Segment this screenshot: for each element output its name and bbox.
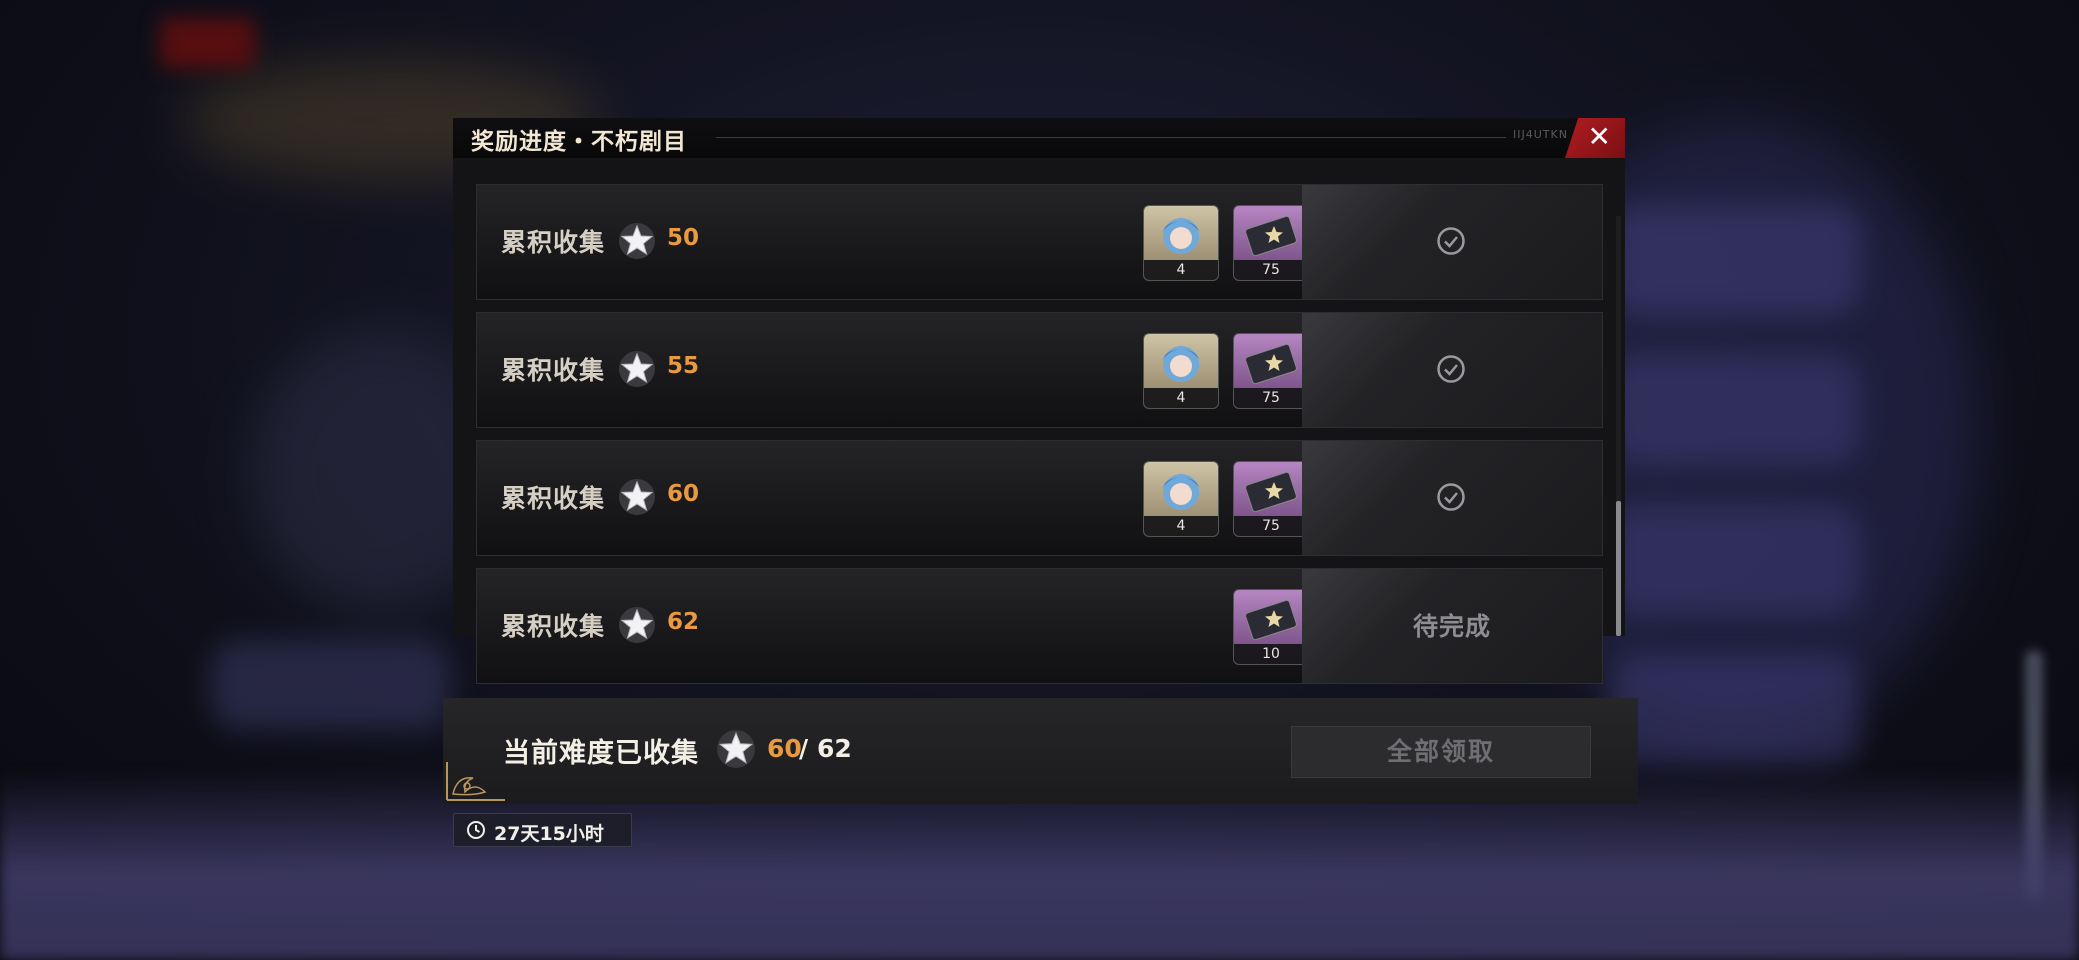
event-timer: 27天15小时 xyxy=(453,813,632,847)
status-area xyxy=(1302,441,1602,555)
reward-quantity: 75 xyxy=(1234,260,1308,280)
reward-row: 累积收集 50 4 75 xyxy=(476,184,1603,300)
reward-quantity: 75 xyxy=(1234,388,1308,408)
dialog-title: 奖励进度・不朽剧目 xyxy=(471,129,687,155)
character-portrait-icon xyxy=(1162,346,1200,382)
ticket-icon xyxy=(1245,343,1297,385)
timer-text: 27天15小时 xyxy=(494,823,604,845)
ticket-icon xyxy=(1245,471,1297,513)
close-button[interactable]: ✕ xyxy=(1565,118,1625,158)
collected-label: 当前难度已收集 xyxy=(503,738,699,769)
check-circle-icon xyxy=(1437,355,1465,383)
collected-total: 62 xyxy=(817,734,852,763)
reward-ticket-item[interactable]: 10 xyxy=(1233,589,1309,665)
row-count: 55 xyxy=(667,353,700,379)
ticket-icon xyxy=(1245,599,1297,641)
reward-quantity: 4 xyxy=(1144,260,1218,280)
star-icon xyxy=(619,479,655,515)
row-count: 62 xyxy=(667,609,700,635)
star-icon xyxy=(717,730,755,768)
reward-row: 累积收集 60 4 75 xyxy=(476,440,1603,556)
reward-quantity: 4 xyxy=(1144,516,1218,536)
reward-ticket-item[interactable]: 75 xyxy=(1233,461,1309,537)
character-portrait-icon xyxy=(1162,474,1200,510)
dialog-titlebar: 奖励进度・不朽剧目 IIJ4UTKN ✕ xyxy=(453,118,1625,158)
scrollbar-thumb[interactable] xyxy=(1616,501,1621,636)
row-count: 50 xyxy=(667,225,700,251)
reward-quantity: 10 xyxy=(1234,644,1308,664)
character-portrait-icon xyxy=(1162,218,1200,254)
claim-all-button[interactable]: 全部领取 xyxy=(1291,726,1591,778)
reward-character-item[interactable]: 4 xyxy=(1143,333,1219,409)
reward-row: 累积收集 62 10 待完成 xyxy=(476,568,1603,684)
reward-character-item[interactable]: 4 xyxy=(1143,205,1219,281)
status-area xyxy=(1302,185,1602,299)
row-label: 累积收集 xyxy=(501,228,606,257)
star-icon xyxy=(619,223,655,259)
close-icon: ✕ xyxy=(1587,120,1611,153)
collected-separator: / xyxy=(799,734,809,763)
status-pending-label: 待完成 xyxy=(1412,612,1491,641)
title-watermark: IIJ4UTKN xyxy=(1513,128,1568,141)
collected-current: 60 xyxy=(767,734,802,763)
check-circle-icon xyxy=(1437,483,1465,511)
reward-progress-dialog: 奖励进度・不朽剧目 IIJ4UTKN ✕ 累积收集 50 4 75 累积收集 5… xyxy=(443,118,1638,804)
clock-icon xyxy=(467,821,485,839)
reward-list[interactable]: 累积收集 50 4 75 累积收集 55 4 75 累积收集 60 4 75 累… xyxy=(453,158,1625,684)
reward-ticket-item[interactable]: 75 xyxy=(1233,333,1309,409)
status-area xyxy=(1302,313,1602,427)
star-icon xyxy=(619,351,655,387)
row-label: 累积收集 xyxy=(501,612,606,641)
row-count: 60 xyxy=(667,481,700,507)
row-label: 累积收集 xyxy=(501,484,606,513)
reward-quantity: 4 xyxy=(1144,388,1218,408)
reward-character-item[interactable]: 4 xyxy=(1143,461,1219,537)
status-area: 待完成 xyxy=(1302,569,1602,683)
row-label: 累积收集 xyxy=(501,356,606,385)
reward-row: 累积收集 55 4 75 xyxy=(476,312,1603,428)
reward-ticket-item[interactable]: 75 xyxy=(1233,205,1309,281)
title-divider xyxy=(716,137,1506,138)
reward-quantity: 75 xyxy=(1234,516,1308,536)
check-circle-icon xyxy=(1437,227,1465,255)
ticket-icon xyxy=(1245,215,1297,257)
dialog-footer: 当前难度已收集 60 / 62 全部领取 xyxy=(443,698,1638,804)
star-icon xyxy=(619,607,655,643)
